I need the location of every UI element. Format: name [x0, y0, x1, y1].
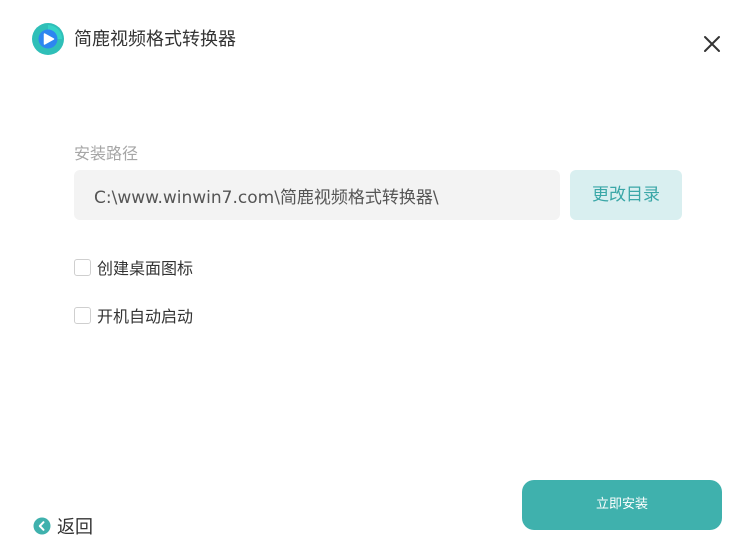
install-path-label: 安装路径 — [74, 144, 139, 163]
auto-start-label: 开机自动启动 — [97, 307, 194, 326]
close-icon[interactable] — [700, 32, 724, 56]
auto-start-option[interactable]: 开机自动启动 — [74, 304, 193, 326]
app-logo-icon — [31, 22, 65, 56]
create-desktop-icon-label: 创建桌面图标 — [97, 259, 194, 278]
back-label: 返回 — [57, 517, 93, 538]
close-button[interactable] — [700, 32, 724, 56]
back-arrow-icon[interactable] — [33, 517, 51, 535]
create-desktop-icon-option[interactable]: 创建桌面图标 — [74, 256, 193, 278]
auto-start-checkbox[interactable] — [74, 306, 91, 324]
back-link[interactable]: 返回 — [33, 515, 93, 538]
create-desktop-icon-checkbox[interactable] — [74, 258, 91, 276]
install-path-input[interactable] — [74, 170, 560, 220]
change-directory-button[interactable]: 更改目录 — [570, 170, 682, 220]
install-now-button[interactable]: 立即安装 — [522, 480, 722, 530]
app-title: 简鹿视频格式转换器 — [74, 29, 236, 50]
